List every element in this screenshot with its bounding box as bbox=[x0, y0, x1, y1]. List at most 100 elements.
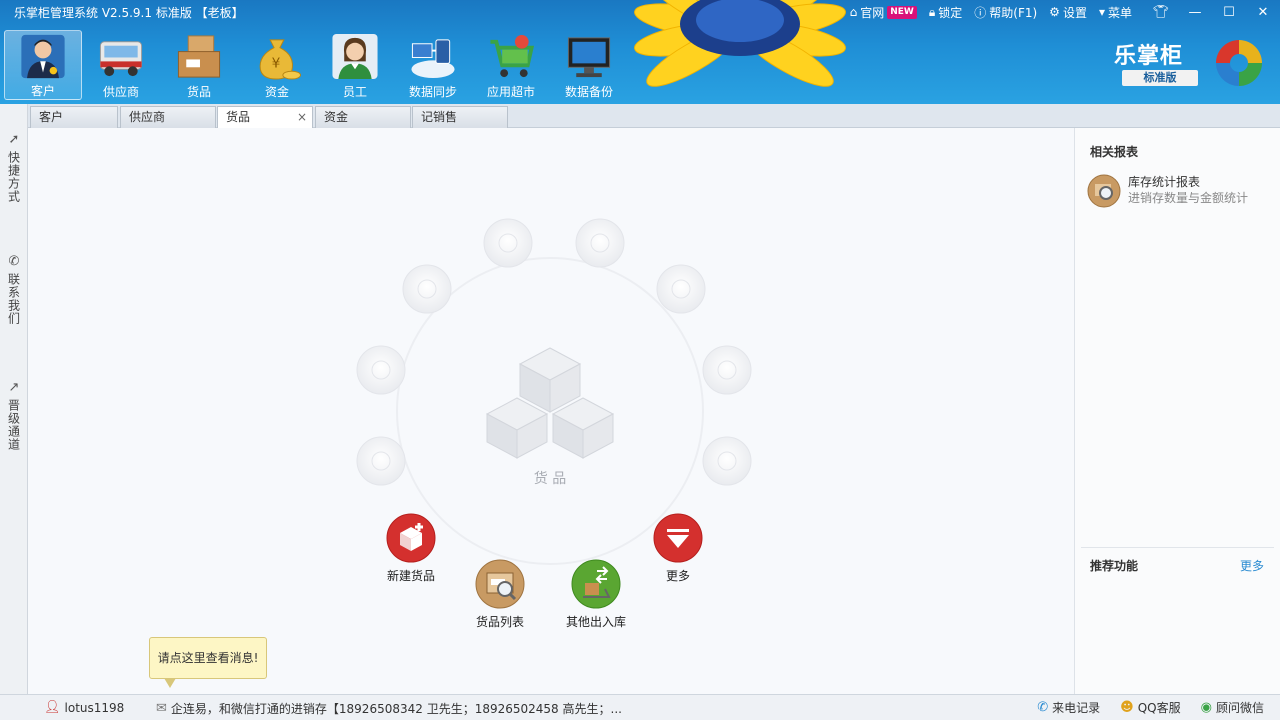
tab-customer[interactable]: 客户 bbox=[30, 106, 118, 128]
wechat-icon: ◉ bbox=[1200, 700, 1212, 715]
close-button[interactable]: ✕ bbox=[1246, 0, 1280, 24]
chevron-down-icon: ▾ bbox=[1098, 5, 1105, 19]
current-user[interactable]: 👤︎ lotus1198 bbox=[44, 700, 124, 715]
tab-bar: 客户 供应商 货品 × 资金 记销售 bbox=[28, 104, 1280, 129]
stock-inout-button[interactable]: 其他出入库 bbox=[566, 559, 626, 630]
call-log-link[interactable]: ✆ 来电记录 bbox=[1037, 699, 1100, 716]
data-backup-icon bbox=[567, 37, 611, 78]
maximize-button[interactable]: ☐ bbox=[1212, 0, 1246, 24]
nav-funds-label: 资金 bbox=[264, 85, 289, 99]
sidebar-item-shortcuts[interactable]: ➚ 快捷方式 bbox=[0, 132, 28, 203]
recommended-more-link[interactable]: 更多 bbox=[1240, 557, 1264, 574]
more-label: 更多 bbox=[665, 569, 690, 583]
qq-service-link[interactable]: ☻ QQ客服 bbox=[1120, 699, 1180, 716]
goods-cubes-icon bbox=[485, 347, 615, 459]
goods-list-icon bbox=[475, 559, 525, 609]
empty-slot bbox=[575, 218, 625, 268]
hub-ring-graphic: 货 品 bbox=[356, 218, 752, 565]
app-title: 乐掌柜管理系统 V2.5.9.1 标准版 【老板】 bbox=[14, 6, 244, 20]
brand-name: 乐掌柜 bbox=[1114, 44, 1184, 69]
new-goods-label: 新建货品 bbox=[386, 569, 435, 583]
right-panel: 相关报表 库存统计报表 进销存数量与金额统计 推荐功能 更多 bbox=[1074, 128, 1280, 694]
empty-slot bbox=[656, 264, 706, 314]
tab-supplier[interactable]: 供应商 bbox=[120, 106, 216, 128]
stock-inout-label: 其他出入库 bbox=[566, 615, 627, 629]
sidebar-item-upgrade[interactable]: ↗ 晋级通道 bbox=[0, 380, 28, 451]
tab-goods[interactable]: 货品 × bbox=[217, 106, 313, 129]
tab-supplier-label: 供应商 bbox=[129, 110, 166, 124]
upgrade-icon: ↗ bbox=[8, 380, 20, 395]
tab-close-icon[interactable]: × bbox=[297, 107, 307, 127]
nav-supplier[interactable]: 供应商 bbox=[82, 30, 160, 100]
nav-data-backup-label: 数据备份 bbox=[564, 85, 613, 99]
empty-slot bbox=[356, 436, 406, 486]
lock-label: 锁定 bbox=[938, 5, 963, 20]
lock-button[interactable]: 🔒︎ 锁定 bbox=[929, 4, 962, 21]
skin-button[interactable]: 👕︎ bbox=[1144, 0, 1178, 24]
report-desc: 进销存数量与金额统计 bbox=[1128, 191, 1249, 205]
sidebar-contact-label: 联系我们 bbox=[6, 273, 21, 325]
settings-button[interactable]: ⚙ 设置 bbox=[1049, 4, 1087, 21]
tab-goods-label: 货品 bbox=[226, 110, 251, 124]
nav-customer[interactable]: 客户 bbox=[4, 30, 82, 100]
app-header: 乐掌柜管理系统 V2.5.9.1 标准版 【老板】 ⌂ 官网 NEW 🔒︎ 锁定… bbox=[0, 0, 1280, 104]
gear-icon: ⚙ bbox=[1049, 5, 1060, 19]
shirt-icon: 👕︎ bbox=[1152, 4, 1170, 20]
supplier-truck-icon bbox=[99, 41, 143, 77]
tab-record-sales[interactable]: 记销售 bbox=[412, 106, 508, 128]
goods-list-label: 货品列表 bbox=[475, 615, 524, 629]
empty-slot bbox=[483, 218, 533, 268]
empty-slot bbox=[702, 345, 752, 395]
call-log-label: 来电记录 bbox=[1052, 701, 1101, 715]
help-button[interactable]: ⓘ 帮助(F1) bbox=[974, 4, 1037, 21]
nav-app-market-label: 应用超市 bbox=[486, 85, 535, 99]
help-icon: ⓘ bbox=[974, 5, 987, 20]
advisor-wechat-link[interactable]: ◉ 顾问微信 bbox=[1201, 699, 1264, 716]
goods-box-icon bbox=[177, 35, 221, 78]
tab-funds-label: 资金 bbox=[324, 110, 349, 124]
recommended-features-title: 推荐功能 bbox=[1090, 559, 1139, 573]
hub-center-label: 货 品 bbox=[534, 470, 566, 487]
empty-slot bbox=[402, 264, 452, 314]
more-button[interactable]: 更多 bbox=[653, 513, 703, 584]
sidebar-item-contact[interactable]: ✆ 联系我们 bbox=[0, 254, 28, 325]
tab-record-sales-label: 记销售 bbox=[421, 110, 458, 124]
menu-label: 菜单 bbox=[1107, 5, 1132, 20]
username: lotus1198 bbox=[64, 700, 125, 715]
inventory-report-item[interactable]: 库存统计报表 进销存数量与金额统计 bbox=[1087, 174, 1248, 208]
data-sync-icon bbox=[411, 39, 455, 79]
more-icon bbox=[653, 513, 703, 563]
main-nav: 客户 供应商 货品 ¥ 资金 员工 数据同步 应用超市 数据备份 bbox=[4, 30, 628, 100]
nav-employee-label: 员工 bbox=[342, 85, 367, 99]
employee-icon bbox=[332, 33, 378, 80]
nav-data-sync-label: 数据同步 bbox=[408, 85, 457, 99]
goods-list-button[interactable]: 货品列表 bbox=[475, 559, 525, 630]
phone-icon: ✆ bbox=[8, 254, 20, 269]
menu-button[interactable]: ▾ 菜单 bbox=[1099, 4, 1132, 21]
empty-slot bbox=[702, 436, 752, 486]
left-sidebar: ➚ 快捷方式 ✆ 联系我们 ↗ 晋级通道 bbox=[0, 104, 28, 694]
nav-employee[interactable]: 员工 bbox=[316, 30, 394, 100]
website-label: 官网 bbox=[860, 5, 885, 20]
new-badge: NEW bbox=[887, 5, 917, 19]
minimize-button[interactable]: — bbox=[1178, 0, 1212, 24]
nav-supplier-label: 供应商 bbox=[102, 85, 139, 99]
nav-data-backup[interactable]: 数据备份 bbox=[550, 30, 628, 100]
panel-divider bbox=[1081, 547, 1274, 548]
shortcut-icon: ➚ bbox=[8, 132, 20, 147]
message-ticker[interactable]: ✉ 企连易，和微信打通的进销存【18926508342 卫先生；18926502… bbox=[156, 700, 622, 717]
nav-data-sync[interactable]: 数据同步 bbox=[394, 30, 472, 100]
tab-funds[interactable]: 资金 bbox=[315, 106, 411, 128]
new-goods-button[interactable]: 新建货品 bbox=[386, 513, 436, 584]
brand-edition-badge: 标准版 bbox=[1122, 70, 1198, 86]
nav-goods[interactable]: 货品 bbox=[160, 30, 238, 100]
qq-icon: ☻ bbox=[1120, 700, 1134, 715]
nav-app-market[interactable]: 应用超市 bbox=[472, 30, 550, 100]
sidebar-shortcuts-label: 快捷方式 bbox=[6, 151, 21, 203]
phone-icon: ✆ bbox=[1037, 700, 1049, 715]
message-tooltip[interactable]: 请点这里查看消息! bbox=[149, 637, 267, 688]
website-link[interactable]: ⌂ 官网 NEW bbox=[850, 4, 917, 21]
user-icon: 👤︎ bbox=[44, 700, 61, 715]
message-tooltip-text: 请点这里查看消息! bbox=[157, 651, 259, 665]
nav-funds[interactable]: ¥ 资金 bbox=[238, 30, 316, 100]
